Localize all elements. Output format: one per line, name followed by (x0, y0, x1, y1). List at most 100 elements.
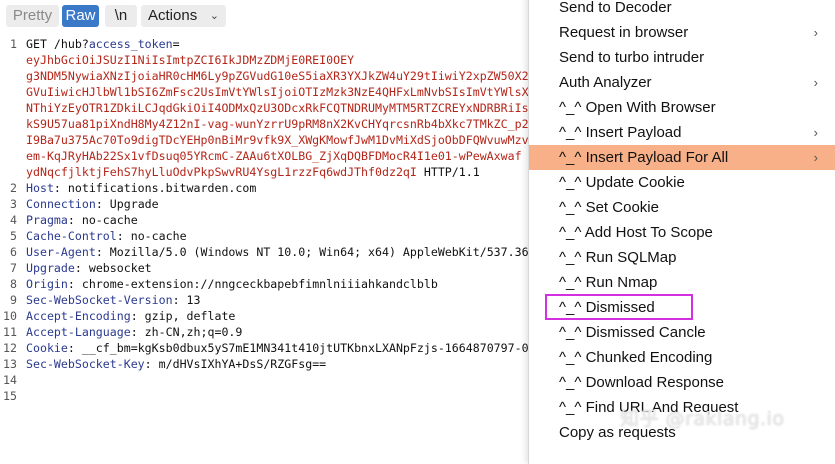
menu-item[interactable]: ^_^ Chunked Encoding (529, 345, 835, 370)
text-segment: : no-cache (67, 213, 138, 227)
menu-item[interactable]: Send to Decoder (529, 0, 835, 20)
line-number: 12 (3, 341, 17, 355)
line-text: GET /hub?access_token= (26, 36, 180, 52)
text-segment: : chrome-extension://nngceckbapebfimnlni… (67, 277, 438, 291)
menu-item[interactable]: Auth Analyzer › (529, 70, 835, 95)
token-text: I9Ba7u375Ac70To9digTDcYEHp0nBiMr9vfk9X_X… (26, 133, 529, 147)
menu-item-label: ^_^ Run SQLMap (559, 249, 677, 266)
text-segment: GET /hub? (26, 37, 89, 51)
watermark: 知乎 @raklang.io (620, 408, 785, 430)
chevron-down-icon: ⌄ (209, 10, 219, 22)
menu-item[interactable]: ^_^ Run Nmap (529, 270, 835, 295)
line-number: 6 (10, 245, 17, 259)
line-number: 1 (10, 37, 17, 51)
menu-item[interactable]: ^_^ Update Cookie (529, 170, 835, 195)
line-number: 13 (3, 357, 17, 371)
text-segment: : Upgrade (95, 197, 159, 211)
line-number: 4 (10, 213, 17, 227)
menu-item-label: ^_^ Insert Payload For All (559, 149, 729, 166)
line-text: Sec-WebSocket-Key: m/dHVsIXhYA+DsS/RZGFs… (26, 356, 326, 372)
line-number: 15 (3, 389, 17, 403)
text-segment: : Mozilla/5.0 (Windows NT 10.0; Win64; x… (95, 245, 529, 259)
token-text: kS9U57ua81piXndH8My4Z12nI-vag-wunYzrrU9p… (26, 117, 529, 131)
menu-item-label: ^_^ Run Nmap (559, 274, 658, 291)
line-text: User-Agent: Mozilla/5.0 (Windows NT 10.0… (26, 244, 529, 260)
line-number: 5 (10, 229, 17, 243)
line-text: kS9U57ua81piXndH8My4Z12nI-vag-wunYzrrU9p… (26, 116, 529, 132)
line-text: I9Ba7u375Ac70To9digTDcYEHp0nBiMr9vfk9X_X… (26, 132, 529, 148)
query-param: access_token (88, 37, 173, 51)
line-text: Connection: Upgrade (26, 196, 159, 212)
menu-item[interactable]: ^_^ Add Host To Scope (529, 220, 835, 245)
header-name: Cookie (26, 341, 68, 355)
header-name: Cache-Control (26, 229, 117, 243)
menu-item[interactable]: ^_^ Insert Payload For All › (529, 145, 835, 170)
line-text: Upgrade: websocket (26, 260, 152, 276)
line-number: 10 (3, 309, 17, 323)
header-name: Sec-WebSocket-Version (26, 293, 173, 307)
line-text: Accept-Language: zh-CN,zh;q=0.9 (26, 324, 242, 340)
text-segment: : __cf_bm=kgKsb0dbux5yS7mE1MN341t410jtUT… (67, 341, 529, 355)
line-text: Host: notifications.bitwarden.com (26, 180, 256, 196)
text-segment: : 13 (172, 293, 201, 307)
line-number: 2 (10, 181, 17, 195)
header-name: Connection (26, 197, 96, 211)
line-number: 9 (10, 293, 17, 307)
menu-item-label: ^_^ Chunked Encoding (559, 349, 713, 366)
text-segment: : notifications.bitwarden.com (53, 181, 257, 195)
chevron-right-icon: › (813, 75, 818, 90)
header-name: Pragma (26, 213, 68, 227)
menu-item-label: ^_^ Insert Payload (559, 124, 682, 141)
text-segment: : gzip, deflate (130, 309, 236, 323)
menu-item[interactable]: ^_^ Run SQLMap (529, 245, 835, 270)
menu-item-label: ^_^ Set Cookie (559, 199, 659, 216)
show-newlines-button[interactable]: \n (105, 5, 137, 27)
line-number: 3 (10, 197, 17, 211)
line-number: 11 (3, 325, 17, 339)
line-number: 7 (10, 261, 17, 275)
text-segment: : no-cache (116, 229, 187, 243)
line-text: Origin: chrome-extension://nngceckbapebf… (26, 276, 438, 292)
raw-view-button[interactable]: Raw (62, 5, 99, 27)
actions-dropdown[interactable]: Actions ⌄ (141, 5, 226, 27)
header-name: Origin (26, 277, 68, 291)
menu-item-label: Send to turbo intruder (559, 49, 705, 66)
actions-label: Actions (148, 7, 198, 24)
menu-item-label: Auth Analyzer (559, 74, 652, 91)
menu-item[interactable]: ^_^ Dismissed Cancle (529, 320, 835, 345)
line-text: Accept-Encoding: gzip, deflate (26, 308, 235, 324)
pretty-view-button[interactable]: Pretty (6, 5, 59, 27)
chevron-right-icon: › (813, 150, 818, 165)
menu-item-label: ^_^ Update Cookie (559, 174, 685, 191)
token-text: GVuIiwicHJlbWl1bSI6ZmFsc2UsImVtYWlsIjoiO… (26, 85, 529, 99)
line-text: eyJhbGciOiJSUzI1NiIsImtpZCI6IkJDMzZDMjE0… (26, 52, 354, 68)
line-text: Sec-WebSocket-Version: 13 (26, 292, 201, 308)
menu-item[interactable]: ^_^ Download Response (529, 370, 835, 395)
token-text: eyJhbGciOiJSUzI1NiIsImtpZCI6IkJDMzZDMjE0… (26, 53, 355, 67)
token-text: em-KqJRyHAb22Sx1vfDsuq05YRcmC-ZAAu6tXOLB… (26, 149, 522, 163)
chevron-right-icon: › (813, 125, 818, 140)
token-text: g3NDM5NywiaXNzIjoiaHR0cHM6Ly9pZGVudG10eS… (26, 69, 529, 83)
menu-item[interactable]: Request in browser › (529, 20, 835, 45)
header-name: User-Agent (26, 245, 96, 259)
menu-item-label: Request in browser (559, 24, 689, 41)
line-text: Cache-Control: no-cache (26, 228, 187, 244)
menu-item-label: Send to Decoder (559, 0, 672, 16)
menu-item[interactable]: ^_^ Insert Payload › (529, 120, 835, 145)
line-text: em-KqJRyHAb22Sx1vfDsuq05YRcmC-ZAAu6tXOLB… (26, 148, 522, 164)
text-segment: = (172, 37, 180, 51)
header-name: Accept-Language (26, 325, 131, 339)
text-segment: HTTP/1.1 (416, 165, 480, 179)
menu-item[interactable]: Send to turbo intruder (529, 45, 835, 70)
line-text: GVuIiwicHJlbWl1bSI6ZmFsc2UsImVtYWlsIjoiO… (26, 84, 529, 100)
header-name: Host (26, 181, 54, 195)
line-text: NThiYzEyOTR1ZDkiLCJqdGkiOiI4ODMxQzU3ODcx… (26, 100, 529, 116)
line-text: ydNqcfjlktjFehS7hyLluOdvPkpSwvRU4YsgL1rz… (26, 164, 480, 180)
chevron-right-icon: › (813, 25, 818, 40)
menu-item[interactable]: ^_^ Open With Browser (529, 95, 835, 120)
menu-item-label: ^_^ Open With Browser (559, 99, 716, 116)
header-name: Sec-WebSocket-Key (26, 357, 145, 371)
context-menu: Send to Decoder Request in browser › Send t… (528, 0, 835, 464)
menu-item[interactable]: ^_^ Set Cookie (529, 195, 835, 220)
menu-item-label: ^_^ Download Response (559, 374, 725, 391)
